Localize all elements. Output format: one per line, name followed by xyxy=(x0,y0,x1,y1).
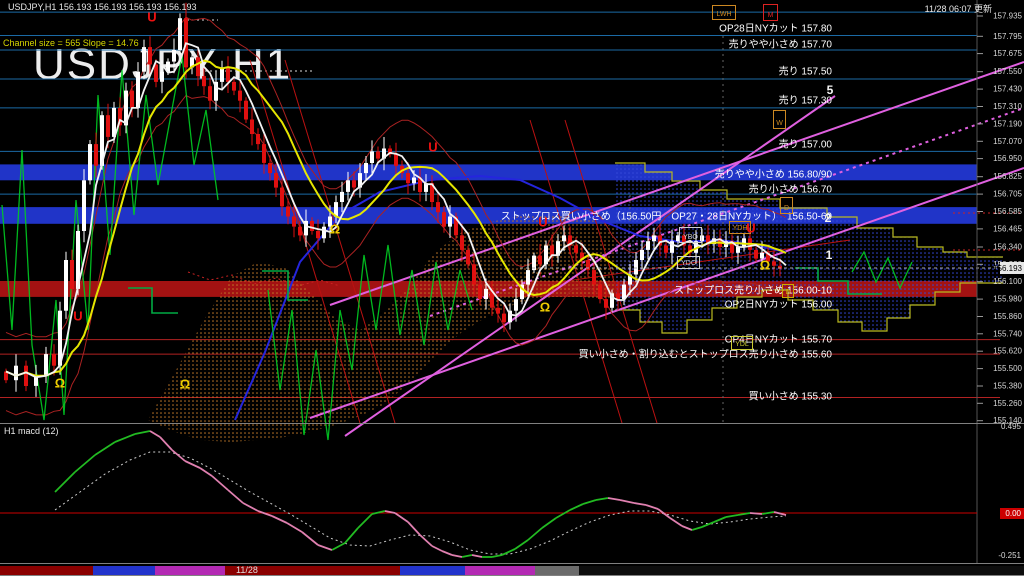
chart-canvas[interactable]: 157.935 157.795 157.675 157.550 157.430 157.3… xyxy=(0,0,1024,576)
svg-text:155.620: 155.620 xyxy=(993,347,1022,356)
svg-text:157.935: 157.935 xyxy=(993,12,1022,21)
trade-annotation: 売りやや小さめ 157.70 xyxy=(728,39,832,51)
signal-marker-red-u: U xyxy=(73,308,83,324)
svg-text:155.980: 155.980 xyxy=(993,295,1022,304)
svg-text:0.495: 0.495 xyxy=(1001,422,1022,431)
session-date-label: 11/28 xyxy=(236,565,258,575)
wave-count-number: 1 xyxy=(825,248,833,262)
svg-text:156.705: 156.705 xyxy=(993,190,1022,199)
trade-annotation: ストップロス売り小さめ 156.00-10 xyxy=(674,285,832,297)
svg-text:155.380: 155.380 xyxy=(993,382,1022,391)
signal-marker-yellow-omega: Ω xyxy=(329,221,341,237)
trade-annotation: 売り 157.30 xyxy=(778,95,832,107)
panel-separators xyxy=(0,423,1024,576)
marker-label-box: D xyxy=(780,197,793,214)
trade-annotation: 売り小さめ 156.70 xyxy=(748,184,832,196)
signal-marker-yellow-omega: Ω xyxy=(759,257,771,273)
svg-text:157.675: 157.675 xyxy=(993,49,1022,58)
trade-annotation: 売り 157.50 xyxy=(778,66,832,78)
marker-label-box: YDL xyxy=(731,336,753,350)
session-bar xyxy=(0,566,1024,575)
macd-indicator-label: H1 macd (12) xyxy=(4,426,59,436)
svg-text:157.430: 157.430 xyxy=(993,85,1022,94)
svg-text:156.100: 156.100 xyxy=(993,277,1022,286)
wave-count-number: 5 xyxy=(826,83,834,97)
trade-annotation: 売り 157.00 xyxy=(778,139,832,151)
svg-text:155.740: 155.740 xyxy=(993,329,1022,338)
svg-text:156.825: 156.825 xyxy=(993,172,1022,181)
svg-text:156.465: 156.465 xyxy=(993,224,1022,233)
signal-marker-red-u: U xyxy=(428,139,438,155)
signal-marker-yellow-omega: Ω xyxy=(54,375,66,391)
signal-marker-red-u: U xyxy=(538,214,548,230)
marker-label-box: LWH xyxy=(712,5,736,20)
signal-marker-red-u: U xyxy=(147,9,157,25)
marker-label-box: YBO xyxy=(679,227,702,243)
marker-label-box: M xyxy=(763,4,778,21)
macd-panel: 0.495-0.251 0.00205959 xyxy=(0,422,1024,574)
svg-text:157.795: 157.795 xyxy=(993,32,1022,41)
svg-text:155.260: 155.260 xyxy=(993,399,1022,408)
svg-text:157.190: 157.190 xyxy=(993,119,1022,128)
svg-text:-0.251: -0.251 xyxy=(998,551,1021,560)
update-timestamp: 11/28 06:07 更新 xyxy=(924,4,992,14)
svg-text:156.950: 156.950 xyxy=(993,154,1022,163)
svg-text:155.500: 155.500 xyxy=(993,364,1022,373)
svg-text:156.340: 156.340 xyxy=(993,243,1022,252)
marker-label-box: YDC xyxy=(677,256,700,269)
trade-annotation: OP28日NYカット 157.80 xyxy=(719,23,832,35)
svg-text:156.585: 156.585 xyxy=(993,207,1022,216)
wave-count-number: 2 xyxy=(824,211,832,225)
trade-annotation: OP2日NYカット 156.00 xyxy=(724,299,832,311)
signal-marker-red-u: U xyxy=(746,220,756,236)
current-price-badge: 156.193 xyxy=(993,264,1022,273)
marker-label-box: D xyxy=(782,284,794,298)
signal-marker-yellow-omega: Ω xyxy=(179,376,191,392)
symbol-ohlc-info: USDJPY,H1 156.193 156.193 156.193 156.19… xyxy=(8,2,197,12)
trade-annotation: 売りやや小さめ 156.80/90 xyxy=(714,169,832,181)
channel-indicator-info: Channel size = 565 Slope = 14.76 xyxy=(3,38,139,48)
chart-window[interactable]: USDJPY H1 USDJPY,H1 156.193 156.193 156.… xyxy=(0,0,1024,576)
trade-annotation: 買い小さめ 155.30 xyxy=(748,391,832,403)
svg-text:157.310: 157.310 xyxy=(993,102,1022,111)
svg-text:155.860: 155.860 xyxy=(993,312,1022,321)
svg-text:157.550: 157.550 xyxy=(993,67,1022,76)
marker-label-box: W xyxy=(773,110,786,129)
macd-current-badge: 0.00 xyxy=(1005,509,1021,518)
trade-annotation: 買い小さめ・割り込むとストップロス売り小さめ 155.60 xyxy=(578,349,832,361)
svg-text:157.070: 157.070 xyxy=(993,137,1022,146)
signal-marker-yellow-omega: Ω xyxy=(539,299,551,315)
